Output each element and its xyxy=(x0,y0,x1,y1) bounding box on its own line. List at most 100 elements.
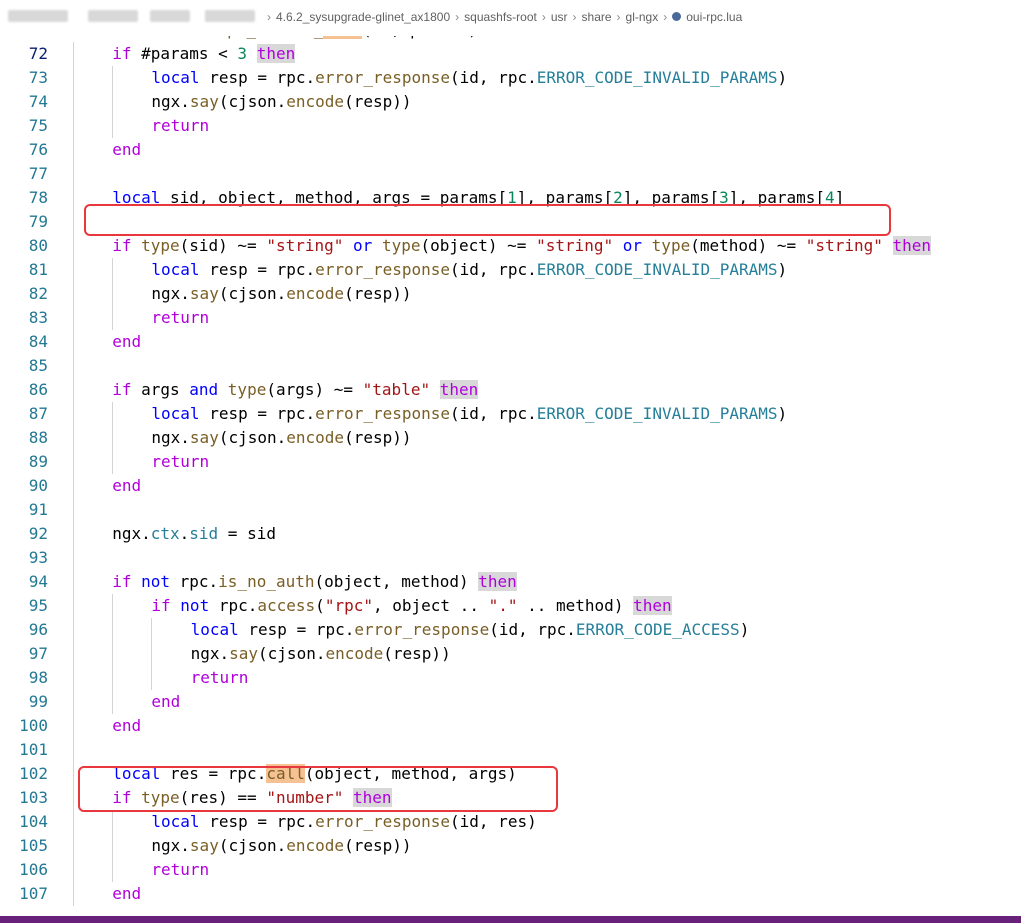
code-line[interactable]: 93 xyxy=(0,546,1021,570)
code-line[interactable]: 85 xyxy=(0,354,1021,378)
code-token: local xyxy=(190,620,239,639)
code-line[interactable]: 97 ngx.say(cjson.encode(resp)) xyxy=(0,642,1021,666)
indent-guide xyxy=(73,426,74,450)
code-token: ERROR_CODE_ACCESS xyxy=(575,620,740,639)
indent-guide xyxy=(73,570,74,594)
code-line[interactable]: 86 if args and type(args) ~= "table" then xyxy=(0,378,1021,402)
indent-guide xyxy=(112,90,114,114)
code-line[interactable]: 94 if not rpc.is_no_auth(object, method) … xyxy=(0,570,1021,594)
line-number: 107 xyxy=(19,884,48,903)
code-token: if xyxy=(112,44,132,63)
code-line[interactable]: 95 if not rpc.access("rpc", object .. "."… xyxy=(0,594,1021,618)
line-number: 79 xyxy=(28,212,48,231)
line-number: 92 xyxy=(28,524,48,543)
breadcrumb-item-share[interactable]: share xyxy=(582,10,612,24)
code-line[interactable]: 90 end xyxy=(0,474,1021,498)
chevron-right-icon: › xyxy=(267,10,271,24)
code-token: (sid) ~= xyxy=(179,236,267,255)
chevron-right-icon: › xyxy=(663,10,668,24)
line-number: 98 xyxy=(28,668,48,687)
code-token: 3 xyxy=(237,44,248,63)
code-token: local xyxy=(151,68,200,87)
code-line[interactable]: 92 ngx.ctx.sid = sid xyxy=(0,522,1021,546)
indent-guide xyxy=(73,522,74,546)
code-line[interactable]: 83 return xyxy=(0,306,1021,330)
code-line[interactable]: 87 local resp = rpc.error_response(id, rp… xyxy=(0,402,1021,426)
code-line[interactable]: 103 if type(res) == "number" then xyxy=(0,786,1021,810)
code-token: ) xyxy=(739,620,750,639)
code-token: resp = rpc. xyxy=(199,404,316,423)
code-token: #params < xyxy=(131,44,238,63)
code-line[interactable]: 76 end xyxy=(0,138,1021,162)
indent-guide xyxy=(151,666,153,690)
indent-guide xyxy=(73,90,74,114)
code-token: resp = rpc. xyxy=(238,620,355,639)
indent-guide xyxy=(112,426,114,450)
code-token: then xyxy=(256,44,296,63)
code-line[interactable]: 105 ngx.say(cjson.encode(resp)) xyxy=(0,834,1021,858)
code-line[interactable]: 100 end xyxy=(0,714,1021,738)
code-line[interactable]: 81 local resp = rpc.error_response(id, rp… xyxy=(0,258,1021,282)
code-line[interactable]: 104 local resp = rpc.error_response(id, r… xyxy=(0,810,1021,834)
code-line[interactable]: 89 return xyxy=(0,450,1021,474)
code-line[interactable]: 91 xyxy=(0,498,1021,522)
code-line[interactable]: 72 if #params < 3 then xyxy=(0,42,1021,66)
code-line[interactable]: 84 end xyxy=(0,330,1021,354)
indent-guide xyxy=(73,810,74,834)
code-line[interactable]: 107 end xyxy=(0,882,1021,906)
breadcrumb-item-usr[interactable]: usr xyxy=(551,10,568,24)
indent-guide xyxy=(73,498,74,522)
code-text: ngx.say(cjson.encode(resp)) xyxy=(151,90,411,114)
code-text: ngx.say(cjson.encode(resp)) xyxy=(151,834,411,858)
code-line[interactable]: 106 return xyxy=(0,858,1021,882)
indent-guide xyxy=(73,594,74,618)
code-token: encode xyxy=(286,92,345,111)
indent-guide xyxy=(73,714,74,738)
indent-guide xyxy=(112,690,114,714)
code-line[interactable]: 96 local resp = rpc.error_response(id, rp… xyxy=(0,618,1021,642)
code-line[interactable]: 82 ngx.say(cjson.encode(resp)) xyxy=(0,282,1021,306)
indent-guide xyxy=(112,114,114,138)
code-line[interactable]: 79 xyxy=(0,210,1021,234)
code-token: local xyxy=(151,404,200,423)
indent-guide xyxy=(73,114,74,138)
code-token: not xyxy=(180,596,210,615)
code-text: return xyxy=(151,450,209,474)
code-text: end xyxy=(151,690,180,714)
code-line[interactable]: 75 return xyxy=(0,114,1021,138)
code-token: args xyxy=(131,380,190,399)
code-line[interactable]: 102 local res = rpc.call(object, method, … xyxy=(0,762,1021,786)
code-token: then xyxy=(478,572,517,591)
line-number: 89 xyxy=(28,452,48,471)
code-line[interactable]: 88 ngx.say(cjson.encode(resp)) xyxy=(0,426,1021,450)
code-token: (cjson. xyxy=(218,92,287,111)
code-text: return xyxy=(151,306,209,330)
code-text: ngx.say(cjson.encode(resp)) xyxy=(151,426,411,450)
breadcrumb-item-squashfs-root[interactable]: squashfs-root xyxy=(464,10,537,24)
code-line[interactable]: 73 local resp = rpc.error_response(id, rp… xyxy=(0,66,1021,90)
code-token: ) xyxy=(777,404,788,423)
code-editor[interactable]: 7071local function rpc_method_call(id, p… xyxy=(0,0,1021,916)
code-token: end xyxy=(112,884,142,903)
code-line[interactable]: 74 ngx.say(cjson.encode(resp)) xyxy=(0,90,1021,114)
code-text: if #params < 3 then xyxy=(112,42,296,66)
indent-guide xyxy=(112,66,114,90)
code-line[interactable]: 78 local sid, object, method, args = para… xyxy=(0,186,1021,210)
breadcrumb-item-firmware[interactable]: 4.6.2_sysupgrade-glinet_ax1800 xyxy=(276,10,450,24)
code-text: return xyxy=(191,666,249,690)
code-line[interactable]: 101 xyxy=(0,738,1021,762)
code-line[interactable]: 77 xyxy=(0,162,1021,186)
indent-guide xyxy=(112,834,114,858)
line-number: 93 xyxy=(28,548,48,567)
code-token: (resp)) xyxy=(383,644,451,663)
code-line[interactable]: 80 if type(sid) ~= "string" or type(objec… xyxy=(0,234,1021,258)
breadcrumb-item-file[interactable]: oui-rpc.lua xyxy=(686,10,742,24)
breadcrumb-item-gl-ngx[interactable]: gl-ngx xyxy=(626,10,659,24)
code-token: "rpc" xyxy=(324,596,373,615)
code-line[interactable]: 99 end xyxy=(0,690,1021,714)
code-text: local resp = rpc.error_response(id, res) xyxy=(151,810,536,834)
code-line[interactable]: 98 return xyxy=(0,666,1021,690)
